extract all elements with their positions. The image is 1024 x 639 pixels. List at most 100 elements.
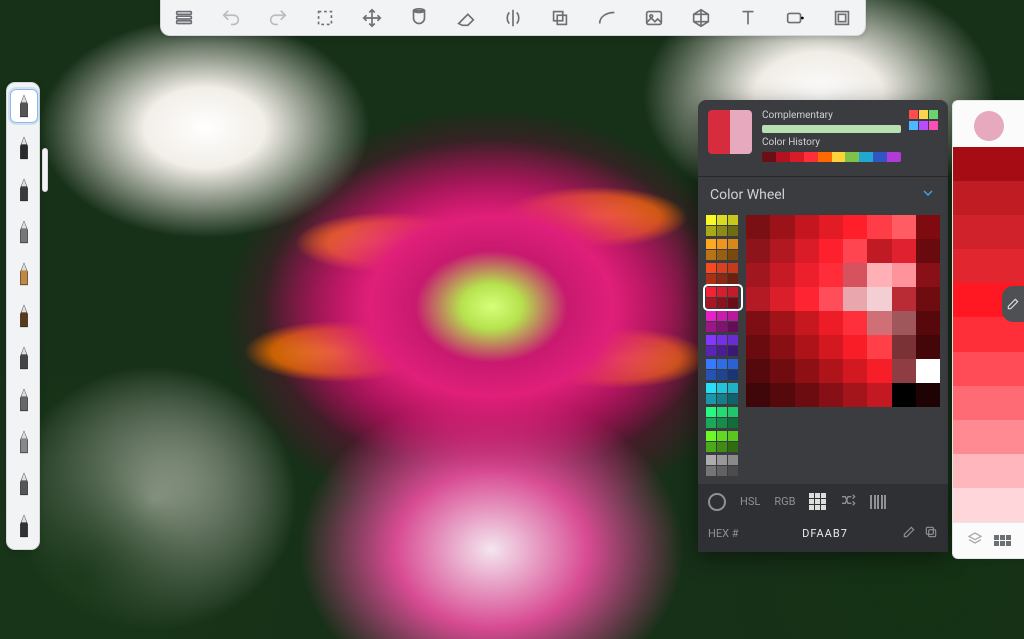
color-cell[interactable] — [916, 311, 940, 335]
marker-tool[interactable] — [10, 215, 38, 249]
color-cell[interactable] — [916, 215, 940, 239]
color-cell[interactable] — [867, 263, 891, 287]
palette-group[interactable] — [706, 359, 740, 380]
color-cell[interactable] — [795, 287, 819, 311]
marker-chisel-tool[interactable] — [10, 509, 38, 543]
color-cell[interactable] — [916, 383, 940, 407]
color-cell[interactable] — [916, 335, 940, 359]
color-cell[interactable] — [892, 383, 916, 407]
eyedropper-tab-icon[interactable] — [1002, 286, 1024, 322]
hex-value[interactable]: DFAAB7 — [756, 527, 894, 540]
brush-pen-tool[interactable] — [10, 257, 38, 291]
right-stripe[interactable] — [953, 386, 1024, 420]
pencil-tool[interactable] — [10, 89, 38, 123]
complementary-mini-swatches[interactable] — [909, 110, 938, 130]
color-cell[interactable] — [843, 383, 867, 407]
import-image-icon[interactable] — [642, 4, 665, 32]
palette-group[interactable] — [706, 215, 740, 236]
color-cell[interactable] — [843, 263, 867, 287]
color-cell[interactable] — [795, 359, 819, 383]
rgb-mode-button[interactable]: RGB — [774, 495, 795, 508]
color-cell[interactable] — [892, 311, 916, 335]
color-cell[interactable] — [746, 359, 770, 383]
palette-group[interactable] — [706, 455, 740, 476]
color-cell[interactable] — [843, 311, 867, 335]
palette-group[interactable] — [706, 431, 740, 452]
color-cell[interactable] — [746, 239, 770, 263]
color-cell[interactable] — [892, 335, 916, 359]
pen-tool[interactable] — [10, 131, 38, 165]
layers-icon[interactable] — [173, 4, 196, 32]
current-color-swatch[interactable] — [708, 110, 752, 154]
palette-group[interactable] — [706, 239, 740, 260]
color-cell[interactable] — [795, 263, 819, 287]
color-cell[interactable] — [867, 287, 891, 311]
color-cell[interactable] — [819, 215, 843, 239]
color-cell[interactable] — [746, 311, 770, 335]
color-cell[interactable] — [770, 263, 794, 287]
curve-ruler-icon[interactable] — [595, 4, 618, 32]
palette-group[interactable] — [706, 311, 740, 332]
color-cell[interactable] — [819, 359, 843, 383]
right-stripe[interactable] — [953, 317, 1024, 351]
color-cell[interactable] — [770, 335, 794, 359]
color-wheel-mode-icon[interactable] — [708, 493, 726, 511]
transform-move-icon[interactable] — [361, 4, 384, 32]
palette-group[interactable] — [706, 383, 740, 404]
color-cell[interactable] — [795, 239, 819, 263]
grid-mode-icon[interactable] — [809, 493, 826, 510]
right-current-color-dot[interactable] — [974, 111, 1004, 141]
color-cell[interactable] — [867, 215, 891, 239]
color-cell[interactable] — [916, 263, 940, 287]
color-cell[interactable] — [795, 311, 819, 335]
flat-brush-tool[interactable] — [10, 425, 38, 459]
timelapse-icon[interactable] — [783, 4, 806, 32]
color-cell[interactable] — [819, 383, 843, 407]
color-cell[interactable] — [770, 215, 794, 239]
right-stripe[interactable] — [953, 215, 1024, 249]
color-cell[interactable] — [892, 215, 916, 239]
color-cell[interactable] — [916, 287, 940, 311]
color-cell[interactable] — [770, 383, 794, 407]
chevron-down-icon[interactable] — [920, 185, 936, 205]
redo-icon[interactable] — [267, 4, 290, 32]
brush-broad-tool[interactable] — [10, 299, 38, 333]
color-cell[interactable] — [795, 383, 819, 407]
randomize-icon[interactable] — [840, 492, 856, 511]
color-cell[interactable] — [746, 263, 770, 287]
color-cell[interactable] — [867, 383, 891, 407]
color-cell[interactable] — [770, 359, 794, 383]
right-stripe[interactable] — [953, 420, 1024, 454]
fullscreen-icon[interactable] — [830, 4, 853, 32]
color-cell[interactable] — [770, 287, 794, 311]
color-cell[interactable] — [843, 239, 867, 263]
symmetry-icon[interactable] — [502, 4, 525, 32]
color-cell[interactable] — [746, 215, 770, 239]
color-cell[interactable] — [843, 335, 867, 359]
color-cell[interactable] — [867, 335, 891, 359]
selection-tool-icon[interactable] — [314, 4, 337, 32]
hsl-mode-button[interactable]: HSL — [740, 495, 760, 508]
color-cell[interactable] — [843, 215, 867, 239]
fill-bucket-icon[interactable] — [408, 4, 431, 32]
perspective-grid-icon[interactable] — [689, 4, 712, 32]
color-cell[interactable] — [795, 215, 819, 239]
chisel-tool[interactable] — [10, 467, 38, 501]
color-cell[interactable] — [916, 359, 940, 383]
right-stripe[interactable] — [953, 249, 1024, 283]
color-grid[interactable] — [746, 215, 940, 476]
right-stripe[interactable] — [953, 454, 1024, 488]
edit-hex-icon[interactable] — [902, 525, 916, 542]
right-color-stripes[interactable] — [953, 147, 1024, 522]
smudge-tool[interactable] — [10, 383, 38, 417]
color-cell[interactable] — [819, 263, 843, 287]
color-cell[interactable] — [770, 239, 794, 263]
color-cell[interactable] — [892, 287, 916, 311]
palette-hue-groups[interactable] — [706, 215, 740, 476]
library-grid-icon[interactable] — [994, 535, 1011, 546]
copy-hex-icon[interactable] — [924, 525, 938, 542]
right-stripe[interactable] — [953, 488, 1024, 522]
color-cell[interactable] — [843, 287, 867, 311]
palette-group[interactable] — [706, 407, 740, 428]
text-tool-icon[interactable] — [736, 4, 759, 32]
